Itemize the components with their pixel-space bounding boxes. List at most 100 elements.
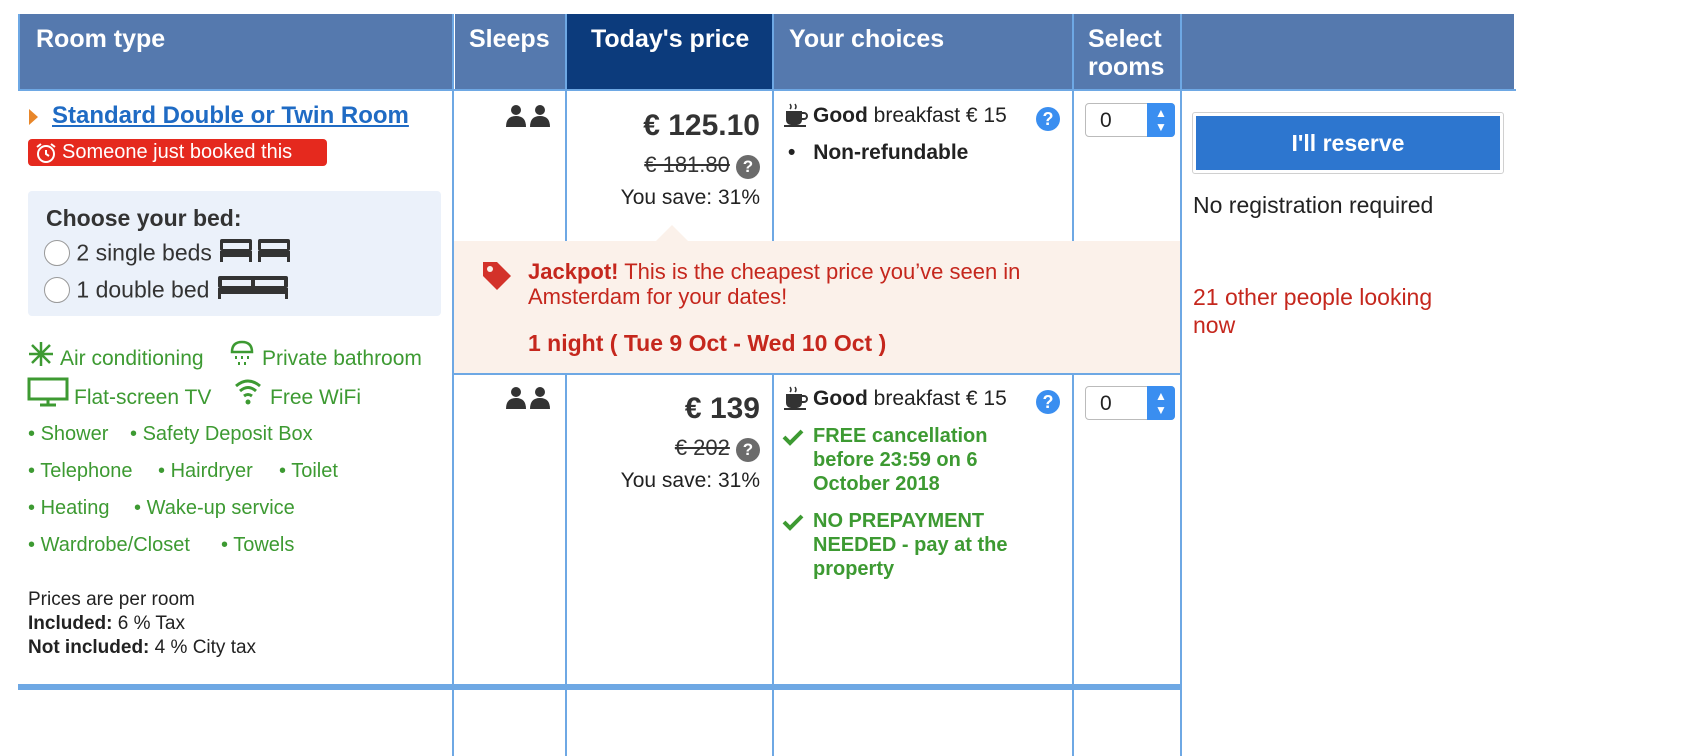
jackpot-line2: Amsterdam for your dates! xyxy=(528,284,788,309)
room-quantity-value: 0 xyxy=(1100,109,1112,132)
jackpot-line1-rest: This is the cheapest price you’ve seen i… xyxy=(624,259,1021,284)
header-room-type-label: Room type xyxy=(36,25,166,53)
double-bed-icon xyxy=(216,276,290,305)
bed-option-double-radio[interactable] xyxy=(44,277,70,303)
header-your-choices-label: Your choices xyxy=(789,25,945,53)
header-todays-price-label: Today's price xyxy=(591,25,750,53)
condition-free-cancellation: FREE cancellation before 23:59 on 6 Octo… xyxy=(813,425,988,495)
offer-price: € 125.10 xyxy=(643,109,760,142)
offer-old-price: € 181.80 ? xyxy=(644,152,760,179)
question-icon[interactable]: ? xyxy=(736,438,760,462)
header-select-rooms: Select rooms xyxy=(1074,14,1180,89)
offer-savings: You save: 31% xyxy=(620,186,760,209)
column-divider xyxy=(1180,14,1182,756)
coffee-cup-icon xyxy=(784,102,808,133)
header-todays-price[interactable]: Today's price xyxy=(567,14,772,89)
header-reserve-column xyxy=(1182,14,1514,89)
jackpot-line1: Jackpot! This is the cheapest price you’… xyxy=(528,259,1020,285)
booked-badge: Someone just booked this xyxy=(28,139,327,166)
facility-item: • Wake-up service xyxy=(134,497,295,519)
prices-note: Prices are per room xyxy=(28,589,195,610)
breakfast-rest: breakfast € 15 xyxy=(873,104,1007,127)
room-quantity-value: 0 xyxy=(1100,392,1112,415)
breakfast-option: Good breakfast € 15 xyxy=(813,104,1007,128)
old-price-value: € 181.80 xyxy=(644,152,730,177)
reserve-button[interactable]: I'll reserve xyxy=(1196,116,1500,170)
question-icon[interactable]: ? xyxy=(736,155,760,179)
jackpot-banner: Jackpot! This is the cheapest price you’… xyxy=(454,241,1180,374)
people-looking-line2: now xyxy=(1193,312,1236,338)
bed-option-single-label: 2 single beds xyxy=(76,239,212,266)
facility-free-wifi: Free WiFi xyxy=(270,386,361,409)
facility-item: • Safety Deposit Box xyxy=(130,423,313,445)
condition-no-prepayment: NO PREPAYMENT NEEDED - pay at the proper… xyxy=(813,510,1008,580)
column-divider xyxy=(452,14,454,756)
coffee-cup-icon xyxy=(784,385,808,416)
sleeps-icon xyxy=(505,386,551,415)
facility-item: • Heating xyxy=(28,497,110,519)
bed-option-double-label: 1 double bed xyxy=(76,276,210,303)
facility-item: • Towels xyxy=(221,534,295,556)
header-bottom-border xyxy=(18,89,1516,91)
check-icon xyxy=(782,428,804,451)
question-icon[interactable]: ? xyxy=(1036,107,1060,131)
not-included-tax: Not included: 4 % City tax xyxy=(28,637,256,659)
expand-arrow-icon[interactable] xyxy=(29,109,38,125)
tv-icon xyxy=(27,377,69,412)
condition-non-refundable: • Non-refundable xyxy=(788,141,969,164)
tag-icon xyxy=(480,259,514,298)
breakfast-bold: Good xyxy=(813,387,868,410)
included-tax: Included: 6 % Tax xyxy=(28,613,185,635)
offer-price: € 139 xyxy=(684,392,760,425)
included-label: Included: xyxy=(28,613,113,634)
jackpot-nights: 1 night ( Tue 9 Oct - Wed 10 Oct ) xyxy=(528,330,887,356)
header-select-rooms-label-1: Select xyxy=(1088,25,1162,53)
single-beds-icon xyxy=(218,239,292,268)
not-included-value: 4 % City tax xyxy=(154,637,257,658)
choose-bed-title: Choose your bed: xyxy=(46,205,242,231)
column-divider xyxy=(565,14,567,756)
jackpot-pointer xyxy=(655,225,689,242)
bed-option-single[interactable]: 2 single beds xyxy=(44,237,292,269)
facility-private-bathroom: Private bathroom xyxy=(262,347,422,370)
facility-item: • Toilet xyxy=(279,460,338,482)
row-divider xyxy=(452,373,1182,375)
included-value: 6 % Tax xyxy=(117,613,185,634)
not-included-label: Not included: xyxy=(28,637,150,658)
offer-savings: You save: 31% xyxy=(620,469,760,492)
jackpot-bold: Jackpot! xyxy=(528,259,619,284)
select-stepper-icon[interactable]: ▲ ▼ xyxy=(1147,103,1175,137)
column-divider xyxy=(1072,14,1074,756)
breakfast-bold: Good xyxy=(813,104,868,127)
facility-item: • Shower xyxy=(28,423,109,445)
facility-item: • Wardrobe/Closet xyxy=(28,534,190,556)
facility-item: • Hairdryer xyxy=(158,460,253,482)
check-icon xyxy=(782,513,804,536)
question-icon[interactable]: ? xyxy=(1036,390,1060,414)
header-sleeps: Sleeps xyxy=(455,14,565,89)
alarm-clock-icon xyxy=(34,141,58,170)
room-quantity-select[interactable]: 0 ▲ ▼ xyxy=(1085,386,1175,420)
bed-option-double[interactable]: 1 double bed xyxy=(44,274,290,306)
facility-air-conditioning: Air conditioning xyxy=(60,347,204,370)
breakfast-option: Good breakfast € 15 xyxy=(813,387,1007,411)
old-price-value: € 202 xyxy=(674,435,730,460)
header-room-type: Room type xyxy=(20,14,453,89)
facility-item: • Telephone xyxy=(28,460,133,482)
no-registration-text: No registration required xyxy=(1193,192,1434,218)
room-name-link[interactable]: Standard Double or Twin Room xyxy=(52,102,409,130)
bottom-border xyxy=(18,684,1182,690)
select-stepper-icon[interactable]: ▲ ▼ xyxy=(1147,386,1175,420)
facility-flat-screen-tv: Flat-screen TV xyxy=(74,386,212,409)
column-divider xyxy=(18,14,20,91)
header-sleeps-label: Sleeps xyxy=(469,25,550,53)
header-select-rooms-label-2: rooms xyxy=(1088,53,1165,81)
shower-icon xyxy=(228,338,258,373)
column-divider xyxy=(772,14,774,756)
breakfast-rest: breakfast € 15 xyxy=(873,387,1007,410)
room-quantity-select[interactable]: 0 ▲ ▼ xyxy=(1085,103,1175,137)
bed-choice-panel: Choose your bed: 2 single beds 1 double … xyxy=(28,191,441,316)
bed-option-single-radio[interactable] xyxy=(44,240,70,266)
people-looking-line1: 21 other people looking xyxy=(1193,284,1433,310)
booked-badge-text: Someone just booked this xyxy=(62,141,293,163)
